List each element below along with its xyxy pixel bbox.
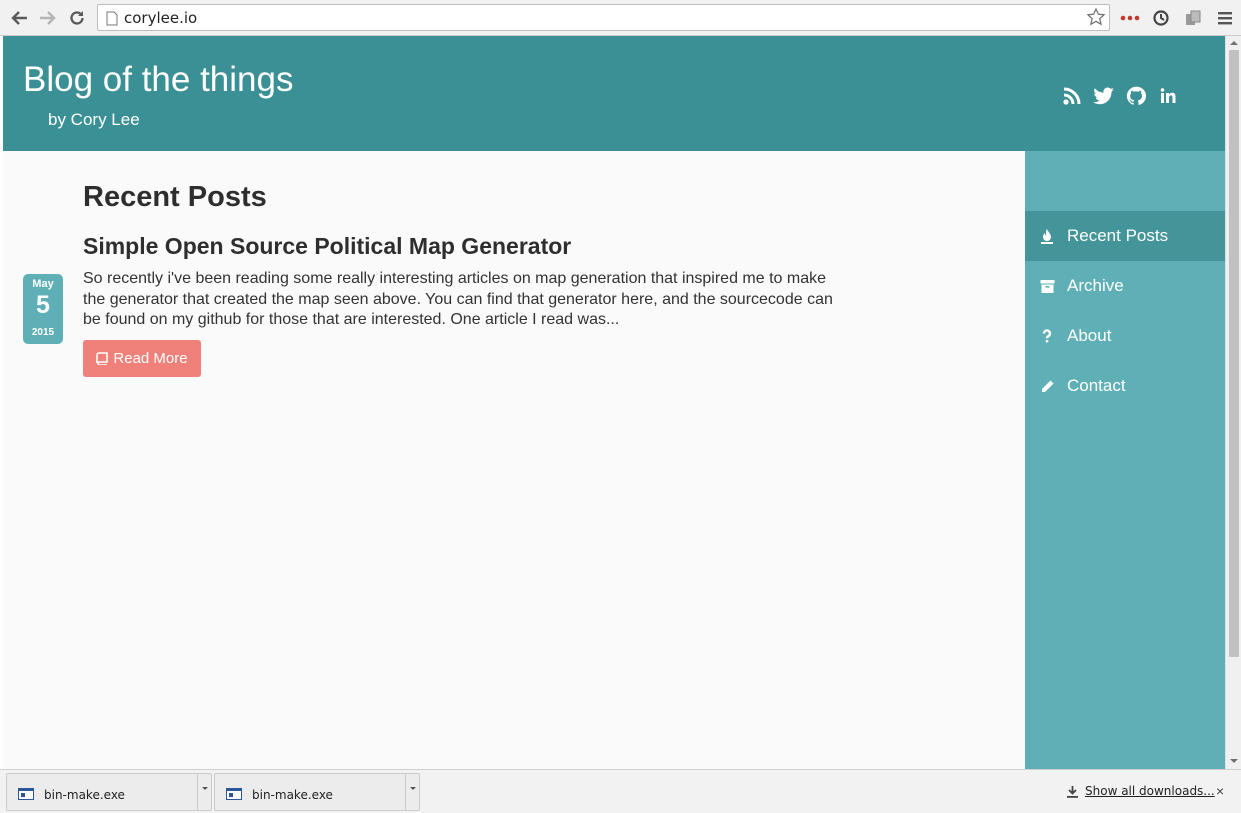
book-icon	[96, 352, 109, 365]
vertical-scrollbar[interactable]	[1225, 36, 1241, 769]
sidebar-item-recent-posts[interactable]: Recent Posts	[1025, 211, 1225, 261]
page-icon	[106, 11, 118, 26]
sidebar-item-contact[interactable]: Contact	[1025, 361, 1225, 411]
site-header: Blog of the things by Cory Lee	[3, 36, 1225, 151]
scroll-down-arrow-icon[interactable]	[1229, 756, 1239, 766]
sidebar-nav: Recent Posts Archive About Contact	[1025, 151, 1225, 769]
menu-icon[interactable]	[1214, 8, 1236, 28]
exe-file-icon	[226, 788, 242, 800]
download-item[interactable]: bin-make.exe	[214, 773, 420, 811]
download-menu-button[interactable]	[197, 774, 211, 810]
github-icon[interactable]	[1125, 86, 1147, 106]
exe-file-icon	[18, 788, 34, 800]
scrollbar-thumb[interactable]	[1229, 50, 1239, 657]
reload-icon	[70, 11, 84, 25]
site-subtitle: by Cory Lee	[48, 110, 140, 129]
extension-dots-icon[interactable]	[1119, 8, 1141, 28]
sidebar-item-label: Recent Posts	[1067, 226, 1169, 245]
sidebar-item-label: About	[1067, 326, 1112, 345]
url-text[interactable]: corylee.io	[124, 9, 197, 27]
forward-arrow-icon	[40, 11, 56, 25]
post-date-year: 2015	[31, 327, 55, 338]
download-menu-button[interactable]	[405, 774, 419, 810]
post-excerpt: So recently i've been reading some reall…	[83, 270, 833, 328]
post-title-link[interactable]: Simple Open Source Political Map Generat…	[83, 233, 571, 260]
post-date-day: 5	[36, 291, 50, 319]
download-filename: bin-make.exe	[252, 788, 333, 802]
sidebar-item-archive[interactable]: Archive	[1025, 261, 1225, 311]
caret-down-icon	[409, 787, 416, 790]
post-date-badge: May 5 2015	[23, 274, 63, 344]
show-all-downloads-link[interactable]: Show all downloads...	[1066, 784, 1215, 798]
twitter-icon[interactable]	[1093, 86, 1115, 106]
page-viewport: Blog of the things by Cory Lee Recent Po…	[3, 36, 1225, 769]
forward-button[interactable]	[37, 7, 59, 29]
main-content: Recent Posts May 5 2015 Simple Open Sour…	[3, 151, 1025, 769]
social-links	[1061, 86, 1179, 106]
post-date-month: May	[32, 278, 54, 290]
address-bar[interactable]: corylee.io	[97, 4, 1110, 31]
site-title[interactable]: Blog of the things	[23, 60, 293, 100]
archive-icon	[1039, 278, 1055, 294]
reload-button[interactable]	[66, 7, 88, 29]
read-more-label: Read More	[113, 350, 188, 367]
back-arrow-icon	[11, 11, 27, 25]
scroll-up-arrow-icon[interactable]	[1229, 38, 1239, 48]
show-all-downloads-label: Show all downloads...	[1085, 784, 1215, 798]
bookmark-star-icon[interactable]	[1086, 7, 1106, 27]
pencil-icon	[1039, 378, 1055, 394]
sidebar-item-label: Archive	[1067, 276, 1124, 295]
fire-icon	[1039, 228, 1055, 244]
browser-toolbar: corylee.io	[0, 0, 1241, 36]
read-more-button[interactable]: Read More	[83, 340, 201, 377]
download-item[interactable]: bin-make.exe	[6, 773, 212, 811]
caret-down-icon	[201, 787, 208, 790]
page-title: Recent Posts	[83, 181, 267, 213]
sidebar-item-about[interactable]: About	[1025, 311, 1225, 361]
sync-extension-icon[interactable]	[1150, 8, 1172, 28]
download-shelf: bin-make.exe bin-make.exe Show all downl…	[0, 769, 1241, 813]
sidebar-item-label: Contact	[1067, 376, 1126, 395]
back-button[interactable]	[8, 7, 30, 29]
download-filename: bin-make.exe	[44, 788, 125, 802]
copy-extension-icon[interactable]	[1182, 8, 1204, 28]
close-shelf-button[interactable]: ×	[1216, 783, 1228, 799]
question-icon	[1039, 328, 1055, 344]
download-icon	[1067, 785, 1078, 798]
rss-icon[interactable]	[1061, 86, 1083, 106]
linkedin-icon[interactable]	[1157, 86, 1179, 106]
